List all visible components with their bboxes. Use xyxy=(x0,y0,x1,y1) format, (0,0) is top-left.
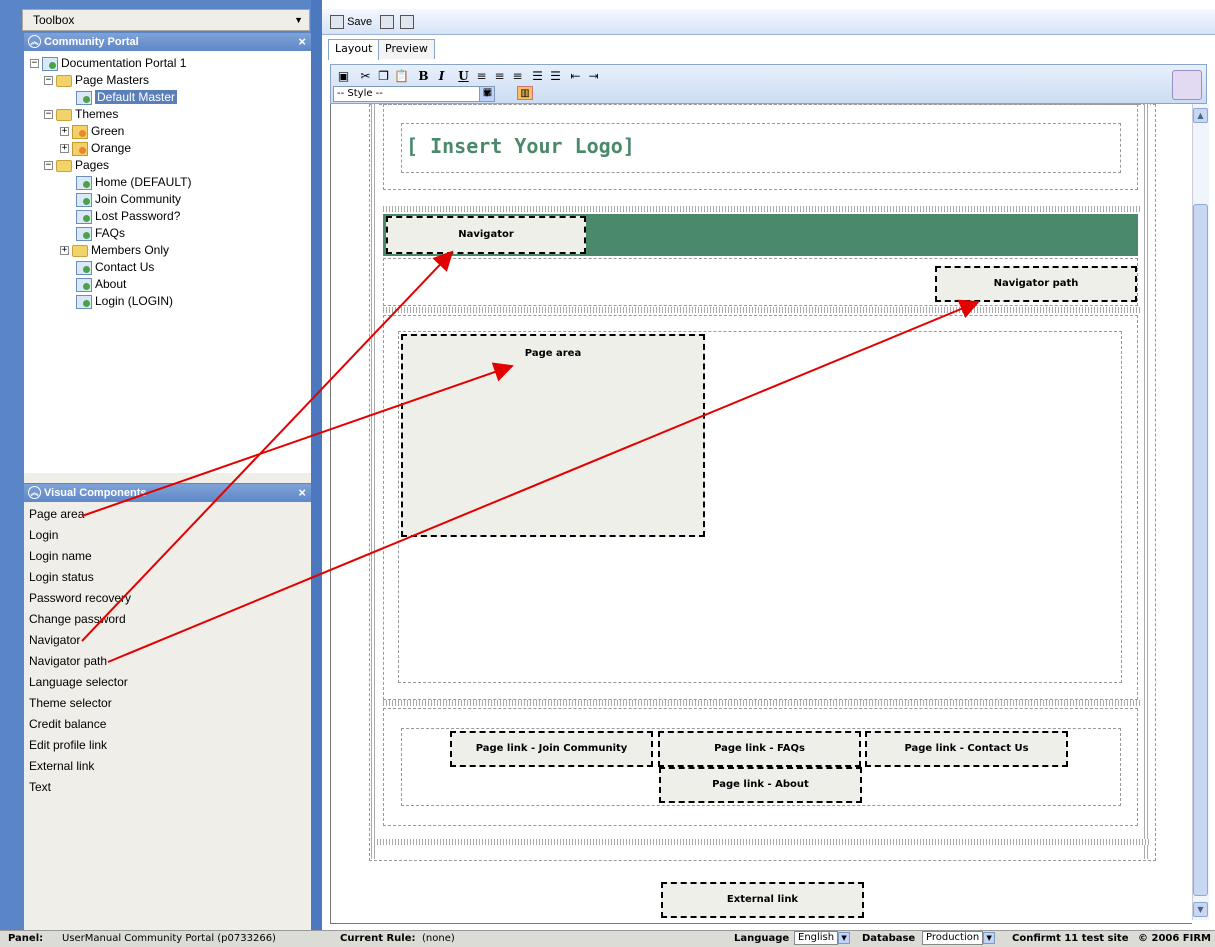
arrow-navigator-path xyxy=(107,299,980,663)
language-label: Language xyxy=(734,933,790,944)
rule-label: Current Rule: xyxy=(340,933,416,944)
database-label: Database xyxy=(862,933,916,944)
rule-value: (none) xyxy=(422,933,455,944)
database-select[interactable]: Production ▼ xyxy=(922,931,996,947)
copyright: © 2006 FIRM xyxy=(1138,933,1211,944)
panel-value: UserManual Community Portal (p0733266) xyxy=(62,933,276,944)
panel-label: Panel: xyxy=(8,933,44,944)
arrow-page-area xyxy=(81,362,514,517)
annotation-arrows xyxy=(81,250,980,663)
status-bar: Panel: UserManual Community Portal (p073… xyxy=(0,930,1215,947)
site-name: Confirmt 11 test site xyxy=(1012,933,1129,944)
arrow-navigator xyxy=(81,250,454,642)
chevron-down-icon[interactable]: ▼ xyxy=(838,932,851,944)
language-select[interactable]: English ▼ xyxy=(794,931,851,947)
chevron-down-icon[interactable]: ▼ xyxy=(983,932,996,944)
